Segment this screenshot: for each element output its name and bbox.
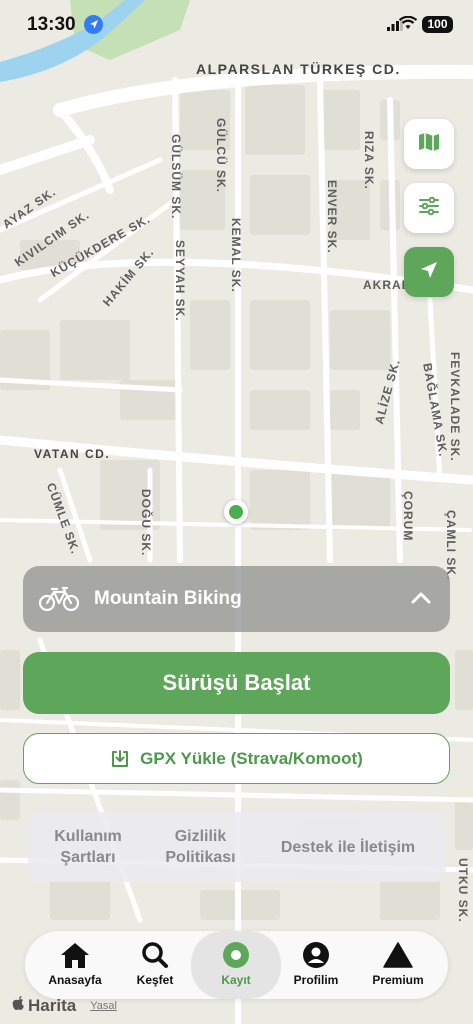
maps-attribution: Harita Yasal xyxy=(12,996,117,1016)
download-icon xyxy=(110,749,130,769)
activity-label: Mountain Biking xyxy=(94,588,242,609)
gpx-upload-button[interactable]: GPX Yükle (Strava/Komoot) xyxy=(23,733,450,784)
street-label: UTKU SK. xyxy=(456,858,470,923)
street-label: FEVKALADE SK. xyxy=(448,352,462,462)
street-label: ÇORUM xyxy=(401,491,415,542)
location-services-icon xyxy=(84,15,103,34)
tab-explore[interactable]: Keşfet xyxy=(115,931,195,999)
status-bar: 13:30 100 xyxy=(0,0,473,52)
street-label: DOĞU SK. xyxy=(139,489,153,557)
street-label: ÇAMLI SK. xyxy=(444,510,458,581)
street-label: RIZA SK. xyxy=(362,131,376,190)
gpx-upload-label: GPX Yükle (Strava/Komoot) xyxy=(140,748,363,768)
filter-settings-button[interactable] xyxy=(404,183,454,233)
maps-brand-label: Harita xyxy=(28,996,77,1015)
street-label: GÜLCÜ SK. xyxy=(214,118,228,193)
street-label: KEMAL SK. xyxy=(229,218,243,293)
bicycle-icon xyxy=(38,586,80,612)
street-label: GÜLSÜM SK. xyxy=(169,134,183,220)
footer-links: Kullanım Şartları Gizlilik Politikası De… xyxy=(28,812,446,882)
tab-profile[interactable]: Profilim xyxy=(276,931,356,999)
tab-premium[interactable]: Premium xyxy=(358,931,438,999)
contact-support-link[interactable]: Destek ile İletişim xyxy=(253,837,443,858)
street-label: VATAN CD. xyxy=(34,447,111,461)
status-time: 13:30 xyxy=(27,14,76,35)
tab-record[interactable]: Kayıt xyxy=(191,931,281,999)
triangle-icon xyxy=(383,941,413,969)
home-icon xyxy=(59,941,91,969)
sliders-icon xyxy=(417,194,441,223)
street-label: ALPARSLAN TÜRKEŞ CD. xyxy=(196,61,401,77)
tab-home[interactable]: Anasayfa xyxy=(35,931,115,999)
wifi-icon xyxy=(398,15,418,35)
battery-indicator: 100 xyxy=(422,16,453,33)
search-icon xyxy=(141,941,169,969)
recenter-location-button[interactable] xyxy=(404,247,454,297)
terms-link[interactable]: Kullanım Şartları xyxy=(28,826,148,868)
street-label: ENVER SK. xyxy=(325,180,339,254)
map-icon xyxy=(417,130,441,159)
map-style-button[interactable] xyxy=(404,119,454,169)
location-arrow-icon xyxy=(417,258,441,287)
tab-bar: Anasayfa Keşfet Kayıt Profilim Premium xyxy=(25,931,448,999)
start-ride-button[interactable]: Sürüşü Başlat xyxy=(23,652,450,714)
chevron-up-icon[interactable] xyxy=(410,587,432,614)
record-icon xyxy=(222,941,250,969)
activity-selector[interactable]: Mountain Biking xyxy=(23,566,450,632)
apple-logo-icon xyxy=(12,996,25,1016)
legal-link[interactable]: Yasal xyxy=(90,1000,117,1012)
privacy-link[interactable]: Gizlilik Politikası xyxy=(148,826,253,868)
street-label: SEYYAH SK. xyxy=(173,240,187,322)
profile-icon xyxy=(302,941,330,969)
user-location-marker xyxy=(224,500,248,524)
